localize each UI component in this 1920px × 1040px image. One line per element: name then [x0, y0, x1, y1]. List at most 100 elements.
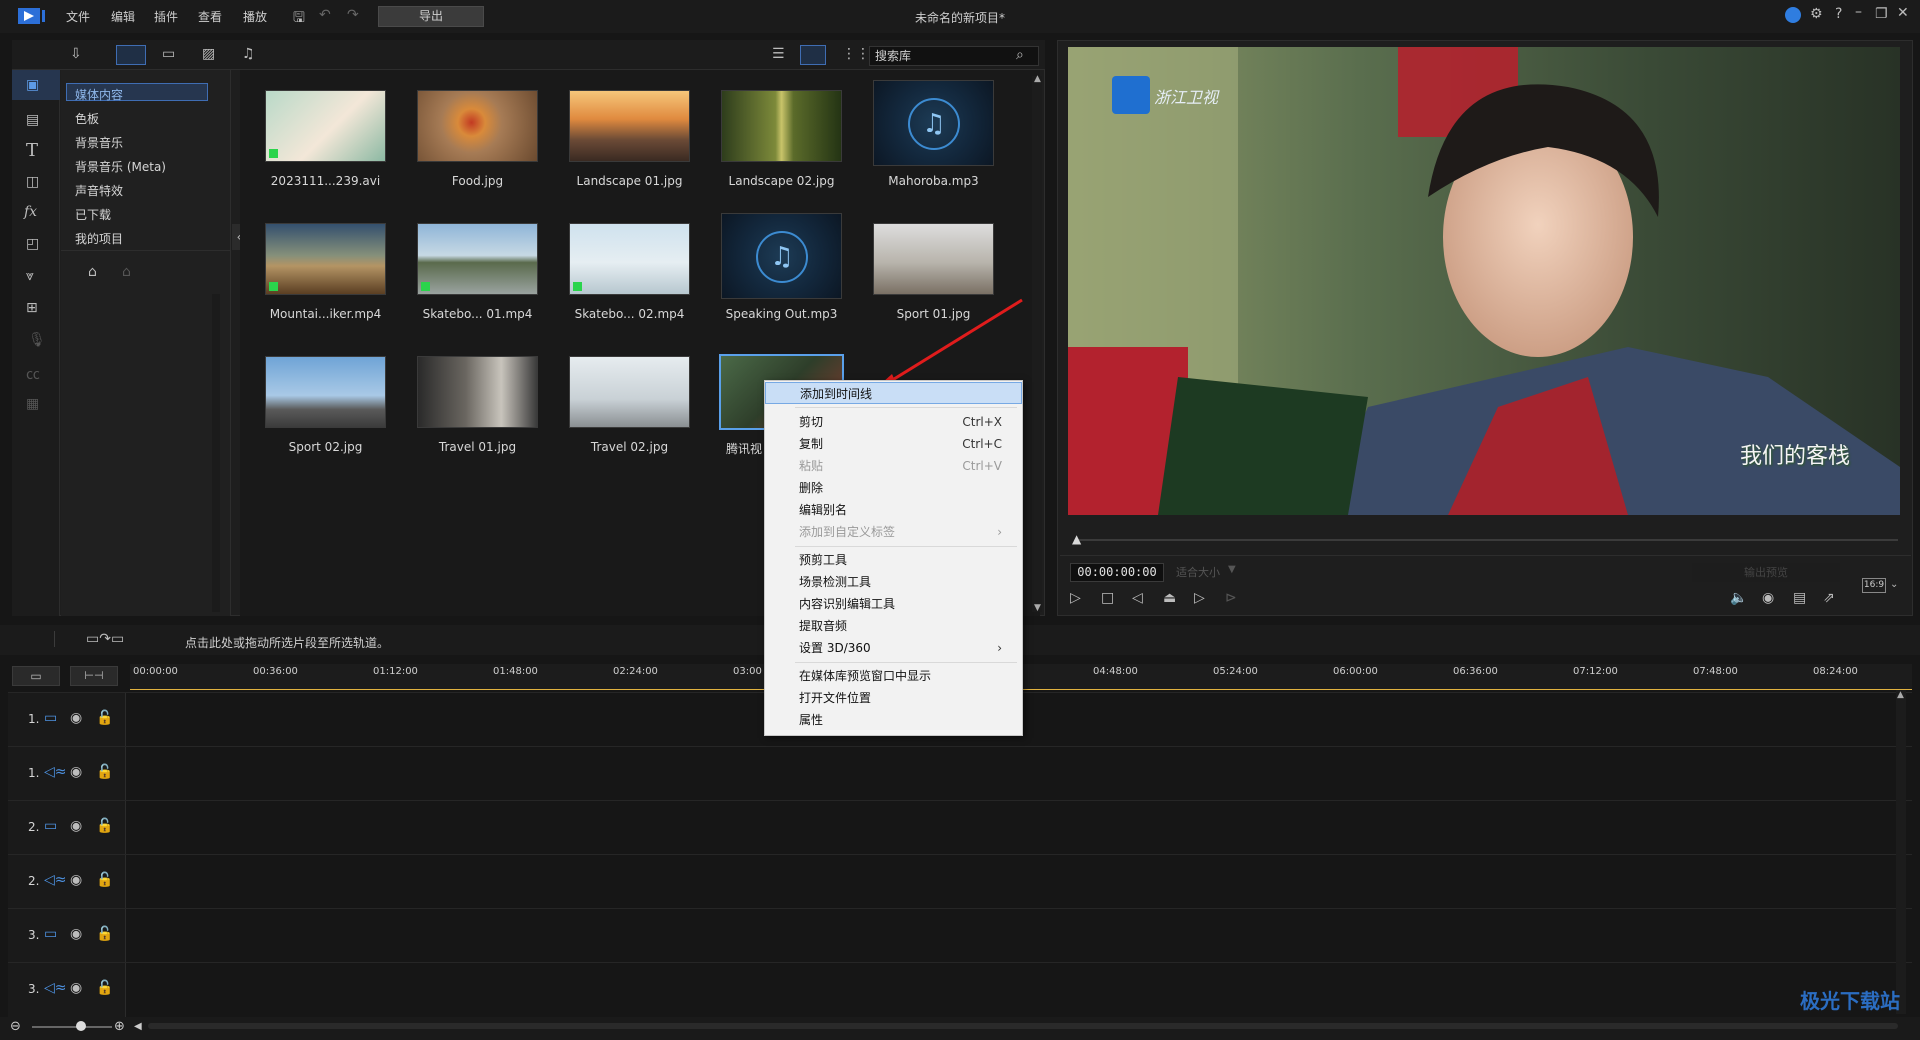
add-tag-icon[interactable]: ⌂: [88, 264, 97, 280]
menu-properties[interactable]: 属性: [765, 709, 1022, 731]
aspect-chevron-icon[interactable]: ⌄: [1890, 579, 1898, 590]
music-filter-icon[interactable]: ♫: [242, 46, 255, 62]
fit-size-dropdown[interactable]: 适合大小: [1176, 564, 1220, 580]
play-icon[interactable]: ▷: [1070, 590, 1081, 606]
zoom-in-icon[interactable]: ⊕: [114, 1019, 125, 1034]
thumb-travel-01[interactable]: [417, 356, 538, 428]
split-icon[interactable]: ⏏: [1163, 590, 1176, 606]
track-audio-3[interactable]: 3. ◁≈ ◉ 🔓: [8, 962, 1912, 1017]
thumb-sport-01[interactable]: [873, 223, 994, 295]
menu-open-file-location[interactable]: 打开文件位置: [765, 687, 1022, 709]
menu-cut[interactable]: 剪切 Ctrl+X: [765, 411, 1022, 433]
fx-room-icon[interactable]: fx: [24, 204, 37, 220]
chapter-icon[interactable]: ▦: [26, 396, 39, 412]
restore-icon[interactable]: ❐: [1875, 6, 1888, 22]
menu-scene-detection[interactable]: 场景检测工具: [765, 571, 1022, 593]
mic-icon[interactable]: 🎙: [28, 332, 46, 348]
notification-icon[interactable]: [1785, 7, 1801, 23]
scroll-left-icon[interactable]: ◀: [134, 1021, 142, 1032]
menu-edit-alias[interactable]: 编辑别名: [765, 499, 1022, 521]
import-media-icon[interactable]: ⇩: [70, 46, 82, 62]
search-input[interactable]: 搜索库: [869, 46, 1039, 66]
thumb-sport-02[interactable]: [265, 356, 386, 428]
menu-add-to-timeline[interactable]: 添加到时间线: [765, 382, 1022, 404]
thumb-food[interactable]: [417, 90, 538, 162]
snapshot-icon[interactable]: ◉: [1762, 590, 1774, 606]
eye-icon[interactable]: ◉: [70, 980, 82, 996]
timeline-scroll-up-icon[interactable]: ▲: [1897, 690, 1904, 700]
lock-icon[interactable]: 🔓: [96, 818, 113, 834]
fit-size-chevron-icon[interactable]: ▼: [1228, 564, 1236, 575]
tree-item-color-board[interactable]: 色板: [75, 110, 99, 127]
menu-show-in-preview[interactable]: 在媒体库预览窗口中显示: [765, 665, 1022, 687]
grid-view-icon[interactable]: [800, 45, 826, 65]
eye-icon[interactable]: ◉: [70, 926, 82, 942]
lock-icon[interactable]: 🔓: [96, 926, 113, 942]
gear-icon[interactable]: ⚙: [1810, 6, 1823, 22]
minimize-icon[interactable]: –: [1855, 4, 1862, 20]
list-view-icon[interactable]: ☰: [772, 46, 785, 62]
fit-timeline-button[interactable]: ⊢⊣: [70, 666, 118, 686]
timeline-hscrollbar[interactable]: [148, 1023, 1898, 1029]
volume-icon[interactable]: 🔈: [1730, 590, 1747, 606]
media-filter-all-icon[interactable]: [116, 45, 146, 65]
thumb-mahoroba[interactable]: ♫: [873, 80, 994, 166]
tree-item-sound-fx[interactable]: 声音特效: [75, 182, 123, 199]
close-icon[interactable]: ✕: [1897, 5, 1909, 21]
lock-icon[interactable]: 🔓: [96, 980, 113, 996]
aspect-ratio-button[interactable]: 16:9: [1862, 578, 1886, 593]
thumb-speaking-out[interactable]: ♫: [721, 213, 842, 299]
tree-scrollbar[interactable]: [212, 294, 220, 612]
track-video-2[interactable]: 2. ▭ ◉ 🔓: [8, 800, 1912, 855]
menu-content-aware-edit[interactable]: 内容识别编辑工具: [765, 593, 1022, 615]
lock-icon[interactable]: 🔓: [96, 710, 113, 726]
particle-room-icon[interactable]: ⩔: [26, 268, 34, 284]
tree-item-bg-music[interactable]: 背景音乐: [75, 134, 123, 151]
undock-icon[interactable]: ⇗: [1823, 590, 1835, 606]
thumb-travel-02[interactable]: [569, 356, 690, 428]
scroll-up-icon[interactable]: ▲: [1034, 74, 1041, 84]
help-icon[interactable]: ?: [1835, 6, 1842, 22]
lock-icon[interactable]: 🔓: [96, 872, 113, 888]
thumb-skateboard-02[interactable]: [569, 223, 690, 295]
menu-copy[interactable]: 复制 Ctrl+C: [765, 433, 1022, 455]
menu-set-3d[interactable]: 设置 3D/360 ›: [765, 637, 1022, 659]
next-frame-icon[interactable]: ▷: [1194, 590, 1205, 606]
menu-extract-audio[interactable]: 提取音频: [765, 615, 1022, 637]
scroll-down-icon[interactable]: ▼: [1034, 603, 1041, 613]
thumbnail-size-icon[interactable]: ⋮⋮: [842, 46, 870, 62]
zoom-out-icon[interactable]: ⊖: [10, 1019, 21, 1034]
menu-precut-tool[interactable]: 预剪工具: [765, 549, 1022, 571]
eye-icon[interactable]: ◉: [70, 872, 82, 888]
fast-forward-icon[interactable]: ⊳: [1225, 590, 1237, 606]
thumb-skateboard-01[interactable]: [417, 223, 538, 295]
thumb-landscape-01[interactable]: [569, 90, 690, 162]
preview-scrub-bar[interactable]: [1078, 539, 1898, 541]
eye-icon[interactable]: ◉: [70, 710, 82, 726]
pip-designer-icon[interactable]: ⊞: [26, 300, 38, 316]
track-audio-1[interactable]: 1. ◁≈ ◉ 🔓: [8, 746, 1912, 801]
remove-tag-icon[interactable]: ⌂: [122, 264, 131, 280]
prev-frame-icon[interactable]: ◁: [1132, 590, 1143, 606]
scrub-handle[interactable]: ▲: [1072, 532, 1081, 546]
thumb-landscape-02[interactable]: [721, 90, 842, 162]
output-preview-button[interactable]: 输出预览: [1692, 563, 1840, 582]
menu-delete[interactable]: 删除: [765, 477, 1022, 499]
thumb-mountain[interactable]: [265, 223, 386, 295]
tree-item-my-projects[interactable]: 我的项目: [75, 230, 123, 247]
eye-icon[interactable]: ◉: [70, 818, 82, 834]
video-filter-icon[interactable]: ▭: [162, 46, 175, 62]
tree-item-bg-music-meta[interactable]: 背景音乐 (Meta): [75, 158, 166, 175]
zoom-slider[interactable]: [32, 1026, 112, 1028]
lock-icon[interactable]: 🔓: [96, 764, 113, 780]
search-icon[interactable]: ⌕: [1016, 47, 1024, 63]
title-room-icon[interactable]: T: [26, 140, 38, 161]
transition-room-icon[interactable]: ◫: [26, 174, 39, 190]
track-video-3[interactable]: 3. ▭ ◉ 🔓: [8, 908, 1912, 963]
track-audio-2[interactable]: 2. ◁≈ ◉ 🔓: [8, 854, 1912, 909]
template-room-icon[interactable]: ▤: [26, 112, 39, 128]
subtitle-icon[interactable]: ㏄: [26, 364, 40, 384]
tree-item-media[interactable]: 媒体内容: [75, 86, 123, 103]
thumb-avi[interactable]: [265, 90, 386, 162]
stop-icon[interactable]: □: [1101, 590, 1114, 606]
